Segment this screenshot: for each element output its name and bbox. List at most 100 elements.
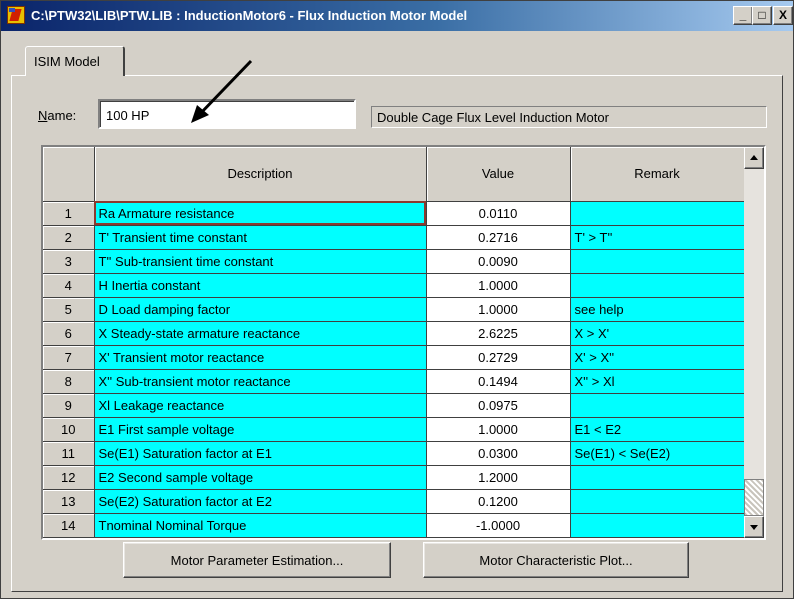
table-row[interactable]: 6X Steady-state armature reactance 2.6225… (43, 321, 744, 346)
row-number-cell: 7 (43, 345, 95, 370)
column-header-rownum[interactable] (43, 147, 95, 202)
maximize-button[interactable]: □ (752, 6, 772, 25)
description-cell[interactable]: T'' Sub-transient time constant (94, 249, 427, 274)
vertical-scrollbar[interactable] (744, 147, 764, 538)
description-cell[interactable]: Xl Leakage reactance (94, 393, 427, 418)
description-cell[interactable]: D Load damping factor (94, 297, 427, 322)
motor-parameter-estimation-button[interactable]: Motor Parameter Estimation... (123, 542, 391, 578)
remark-cell[interactable]: Se(E1) < Se(E2) (570, 441, 744, 466)
tab-label: ISIM Model (34, 54, 100, 69)
remark-cell[interactable]: X' > X'' (570, 345, 744, 370)
parameter-table: Description Value Remark 1 Ra Armature re… (43, 147, 744, 538)
value-cell[interactable]: 1.0000 (426, 297, 571, 322)
table-row[interactable]: 3 T'' Sub-transient time constant 0.0090 (43, 249, 744, 274)
row-number-cell: 6 (43, 321, 95, 346)
description-cell[interactable]: E1 First sample voltage (94, 417, 427, 442)
scroll-thumb[interactable] (744, 479, 764, 516)
remark-cell[interactable] (570, 249, 744, 274)
parameter-grid[interactable]: Description Value Remark 1 Ra Armature re… (41, 145, 766, 540)
model-description-field: Double Cage Flux Level Induction Motor (371, 106, 767, 128)
remark-cell[interactable] (570, 489, 744, 514)
remark-cell[interactable] (570, 465, 744, 490)
scroll-track[interactable] (744, 169, 764, 479)
row-number-cell: 10 (43, 417, 95, 442)
scroll-down-button[interactable] (744, 516, 764, 538)
value-cell[interactable]: 1.0000 (426, 417, 571, 442)
table-row[interactable]: 5D Load damping factor 1.0000 see help (43, 297, 744, 322)
remark-cell[interactable] (570, 273, 744, 298)
description-cell[interactable]: H Inertia constant (94, 273, 427, 298)
row-number-cell: 13 (43, 489, 95, 514)
annotation-arrow (191, 59, 253, 123)
table-row[interactable]: 12 E2 Second sample voltage 1.2000 (43, 465, 744, 490)
column-header-value[interactable]: Value (426, 147, 571, 202)
table-row[interactable]: 4H Inertia constant 1.0000 (43, 273, 744, 298)
row-number-cell: 1 (43, 201, 95, 226)
table-body: 1 Ra Armature resistance 0.0110 2 T' Transie… (43, 201, 744, 538)
column-header-remark[interactable]: Remark (570, 147, 744, 202)
description-cell[interactable]: X Steady-state armature reactance (94, 321, 427, 346)
table-row[interactable]: 9 Xl Leakage reactance 0.0975 (43, 393, 744, 418)
close-button[interactable]: X (773, 6, 793, 25)
description-cell[interactable]: Se(E2) Saturation factor at E2 (94, 489, 427, 514)
grid-viewport: Description Value Remark 1 Ra Armature re… (43, 147, 744, 538)
value-cell[interactable]: 1.2000 (426, 465, 571, 490)
value-cell[interactable]: -1.0000 (426, 513, 571, 538)
app-icon[interactable] (7, 6, 25, 24)
description-cell[interactable]: T' Transient time constant (94, 225, 427, 250)
value-cell[interactable]: 0.0975 (426, 393, 571, 418)
table-row[interactable]: 11 Se(E1) Saturation factor at E1 0.0300 Se… (43, 441, 744, 466)
description-cell[interactable]: X' Transient motor reactance (94, 345, 427, 370)
value-cell[interactable]: 0.1200 (426, 489, 571, 514)
name-label: Name: (38, 108, 76, 123)
description-cell[interactable]: Ra Armature resistance (94, 201, 427, 226)
window-title: C:\PTW32\LIB\PTW.LIB : InductionMotor6 -… (31, 8, 468, 23)
row-number-cell: 9 (43, 393, 95, 418)
table-row[interactable]: 1 Ra Armature resistance 0.0110 (43, 201, 744, 226)
table-row[interactable]: 14 Tnominal Nominal Torque -1.0000 (43, 513, 744, 538)
row-number-cell: 3 (43, 249, 95, 274)
name-label-mnemonic: N (38, 108, 48, 123)
remark-cell[interactable]: X > X' (570, 321, 744, 346)
scroll-up-button[interactable] (744, 147, 764, 169)
row-number-cell: 12 (43, 465, 95, 490)
value-cell[interactable]: 0.2716 (426, 225, 571, 250)
title-bar[interactable]: C:\PTW32\LIB\PTW.LIB : InductionMotor6 -… (1, 1, 793, 31)
row-number-cell: 8 (43, 369, 95, 394)
table-row[interactable]: 8 X'' Sub-transient motor reactance 0.1494… (43, 369, 744, 394)
value-cell[interactable]: 0.2729 (426, 345, 571, 370)
remark-cell[interactable]: X'' > Xl (570, 369, 744, 394)
remark-cell[interactable] (570, 201, 744, 226)
tab-isim-model[interactable]: ISIM Model (25, 46, 125, 76)
value-cell[interactable]: 2.6225 (426, 321, 571, 346)
remark-cell[interactable] (570, 393, 744, 418)
table-row[interactable]: 13 Se(E2) Saturation factor at E2 0.1200 (43, 489, 744, 514)
minimize-button[interactable]: _ (733, 6, 753, 25)
app-window: C:\PTW32\LIB\PTW.LIB : InductionMotor6 -… (0, 0, 794, 599)
value-cell[interactable]: 0.1494 (426, 369, 571, 394)
description-cell[interactable]: Tnominal Nominal Torque (94, 513, 427, 538)
row-number-cell: 2 (43, 225, 95, 250)
table-row[interactable]: 2 T' Transient time constant 0.2716 T' > T'… (43, 225, 744, 250)
description-cell[interactable]: X'' Sub-transient motor reactance (94, 369, 427, 394)
table-row[interactable]: 7 X' Transient motor reactance 0.2729 X' > … (43, 345, 744, 370)
remark-cell[interactable]: T' > T'' (570, 225, 744, 250)
row-number-cell: 5 (43, 297, 95, 322)
description-cell[interactable]: E2 Second sample voltage (94, 465, 427, 490)
remark-cell[interactable]: see help (570, 297, 744, 322)
row-number-cell: 4 (43, 273, 95, 298)
table-row[interactable]: 10 E1 First sample voltage 1.0000 E1 < E2 (43, 417, 744, 442)
remark-cell[interactable]: E1 < E2 (570, 417, 744, 442)
table-header-row: Description Value Remark (43, 147, 744, 202)
value-cell[interactable]: 0.0300 (426, 441, 571, 466)
remark-cell[interactable] (570, 513, 744, 538)
motor-characteristic-plot-button[interactable]: Motor Characteristic Plot... (423, 542, 689, 578)
description-cell[interactable]: Se(E1) Saturation factor at E1 (94, 441, 427, 466)
row-number-cell: 14 (43, 513, 95, 538)
value-cell[interactable]: 0.0110 (426, 201, 571, 226)
row-number-cell: 11 (43, 441, 95, 466)
value-cell[interactable]: 0.0090 (426, 249, 571, 274)
name-label-rest: ame: (47, 108, 77, 123)
value-cell[interactable]: 1.0000 (426, 273, 571, 298)
column-header-description[interactable]: Description (94, 147, 427, 202)
